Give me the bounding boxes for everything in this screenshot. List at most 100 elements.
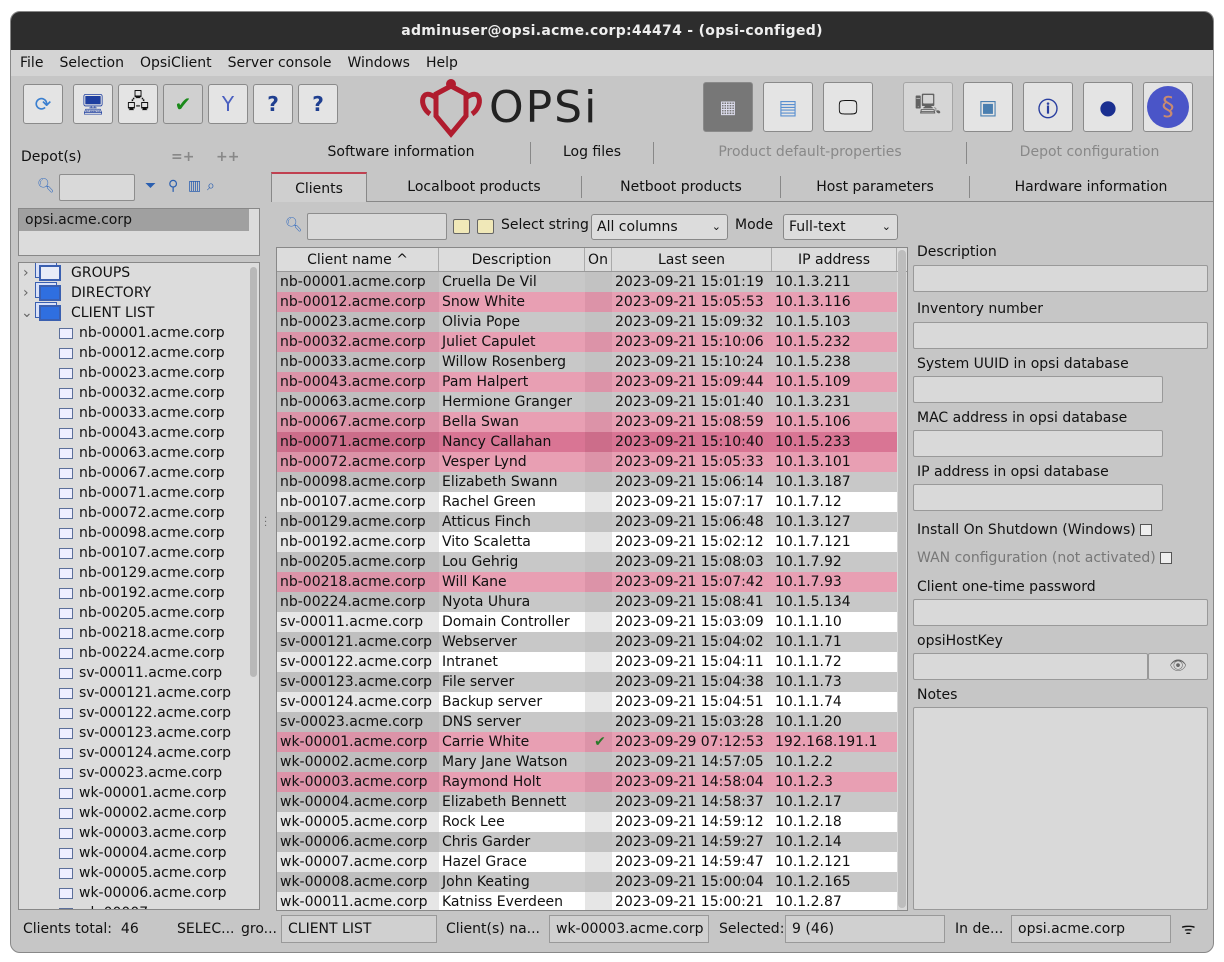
session-info-button[interactable]: ? xyxy=(298,84,338,124)
table-row[interactable]: nb-00023.acme.corp Olivia Pope 2023-09-21 … xyxy=(277,312,907,332)
tree-node-client[interactable]: sv-000123.acme.corp xyxy=(19,723,259,743)
search-tool-icon[interactable]: ⚲ xyxy=(168,178,178,194)
col-client-name[interactable]: Client name ^ xyxy=(277,248,439,271)
tree-node-client-list[interactable]: ⌄ CLIENT LIST xyxy=(19,303,259,323)
hostkey-field[interactable] xyxy=(913,653,1148,680)
tree-node-client[interactable]: nb-00012.acme.corp xyxy=(19,343,259,363)
menu-help[interactable]: Help xyxy=(426,55,458,71)
tree-node-client[interactable]: sv-00011.acme.corp xyxy=(19,663,259,683)
table-row[interactable]: wk-00002.acme.corp Mary Jane Watson 2023-0… xyxy=(277,752,907,772)
table-scrollbar[interactable] xyxy=(898,250,906,908)
table-row[interactable]: wk-00005.acme.corp Rock Lee 2023-09-21 14:… xyxy=(277,812,907,832)
tree-node-client[interactable]: sv-000124.acme.corp xyxy=(19,743,259,763)
dashboard-button[interactable]: ⓘ xyxy=(1023,82,1073,132)
tree-node-client[interactable]: nb-00001.acme.corp xyxy=(19,323,259,343)
table-row[interactable]: nb-00098.acme.corp Elizabeth Swann 2023-09… xyxy=(277,472,907,492)
columns-icon[interactable]: ▥ xyxy=(188,178,201,194)
table-row[interactable]: nb-00218.acme.corp Will Kane 2023-09-21 15… xyxy=(277,572,907,592)
tree-node-client[interactable]: nb-00032.acme.corp xyxy=(19,383,259,403)
table-row[interactable]: sv-000124.acme.corp Backup server 2023-09-… xyxy=(277,692,907,712)
select-depots-same-button[interactable]: =+ xyxy=(171,149,194,165)
table-row[interactable]: wk-00004.acme.corp Elizabeth Bennett 2023-… xyxy=(277,792,907,812)
table-row[interactable]: nb-00192.acme.corp Vito Scaletta 2023-09-2… xyxy=(277,532,907,552)
reload-button[interactable]: ⟳ xyxy=(23,84,63,124)
tree-scrollbar[interactable] xyxy=(250,267,257,677)
wan-configuration[interactable]: WAN configuration (not activated) xyxy=(917,550,1172,566)
notes-field[interactable] xyxy=(913,707,1208,910)
table-row[interactable]: nb-00224.acme.corp Nyota Uhura 2023-09-21 … xyxy=(277,592,907,612)
menu-server-console[interactable]: Server console xyxy=(228,55,332,71)
tab-netboot-products[interactable]: Netboot products xyxy=(582,172,780,202)
ip-field[interactable] xyxy=(913,484,1163,511)
table-row[interactable]: nb-00072.acme.corp Vesper Lynd 2023-09-21 … xyxy=(277,452,907,472)
table-row[interactable]: sv-000123.acme.corp File server 2023-09-21… xyxy=(277,672,907,692)
inventory-field[interactable] xyxy=(913,322,1208,349)
product-actions-button[interactable]: ▣ xyxy=(963,82,1013,132)
opsi-licenses-button[interactable]: ● xyxy=(1083,82,1133,132)
table-row[interactable]: nb-00001.acme.corp Cruella De Vil 2023-09-… xyxy=(277,272,907,292)
tree-node-client[interactable]: wk-00001.acme.corp xyxy=(19,783,259,803)
menu-windows[interactable]: Windows xyxy=(347,55,410,71)
tree-node-client[interactable]: wk-00005.acme.corp xyxy=(19,863,259,883)
mac-field[interactable] xyxy=(913,430,1163,457)
tree-node-client[interactable]: nb-00072.acme.corp xyxy=(19,503,259,523)
shutdown-checkbox[interactable] xyxy=(1139,524,1152,536)
wan-checkbox[interactable] xyxy=(1159,552,1172,564)
mode-dropdown[interactable]: Full-text ⌄ xyxy=(783,214,898,240)
tab-log-files[interactable]: Log files xyxy=(531,144,653,160)
tree-node-client[interactable]: nb-00063.acme.corp xyxy=(19,443,259,463)
split-handle[interactable]: · · · xyxy=(264,514,267,532)
filter-button[interactable]: Y xyxy=(208,84,248,124)
tree-node-client[interactable]: nb-00224.acme.corp xyxy=(19,643,259,663)
table-row[interactable]: nb-00043.acme.corp Pam Halpert 2023-09-21 … xyxy=(277,372,907,392)
table-row[interactable]: nb-00033.acme.corp Willow Rosenberg 2023-0… xyxy=(277,352,907,372)
col-on[interactable]: On xyxy=(585,248,612,271)
tab-depot-configuration[interactable]: Depot configuration xyxy=(967,144,1212,160)
tab-host-parameters[interactable]: Host parameters xyxy=(781,172,969,202)
tree-node-client[interactable]: wk-00003.acme.corp xyxy=(19,823,259,843)
tree-node-client[interactable]: wk-00004.acme.corp xyxy=(19,843,259,863)
table-row[interactable]: sv-000122.acme.corp Intranet 2023-09-21 15… xyxy=(277,652,907,672)
tree-node-client[interactable]: nb-00023.acme.corp xyxy=(19,363,259,383)
clients-view-button[interactable]: ▦ xyxy=(703,82,753,132)
group-actions-button[interactable]: 🖳 xyxy=(903,82,953,132)
table-row[interactable]: wk-00001.acme.corp Carrie White ✔ 2023-09-2… xyxy=(277,732,907,752)
menu-file[interactable]: File xyxy=(20,55,43,71)
otp-field[interactable] xyxy=(913,599,1208,626)
table-row[interactable]: nb-00032.acme.corp Juliet Capulet 2023-09-… xyxy=(277,332,907,352)
pointer-search-icon[interactable]: ⌕ xyxy=(207,178,215,194)
select-all-depots-button[interactable]: ++ xyxy=(216,149,239,165)
table-row[interactable]: nb-00071.acme.corp Nancy Callahan 2023-09-… xyxy=(277,432,907,452)
col-ip-address[interactable]: IP address xyxy=(772,248,897,271)
table-row[interactable]: nb-00107.acme.corp Rachel Green 2023-09-21… xyxy=(277,492,907,512)
table-row[interactable]: nb-00205.acme.corp Lou Gehrig 2023-09-21 1… xyxy=(277,552,907,572)
tree-node-client[interactable]: nb-00107.acme.corp xyxy=(19,543,259,563)
tree-node-client[interactable]: nb-00098.acme.corp xyxy=(19,523,259,543)
depot-search-input[interactable] xyxy=(59,174,135,201)
tree-node-client[interactable]: nb-00218.acme.corp xyxy=(19,623,259,643)
tree-node-groups[interactable]: › GROUPS xyxy=(19,263,259,283)
menu-selection[interactable]: Selection xyxy=(59,55,124,71)
tab-software-information[interactable]: Software information xyxy=(271,144,531,160)
tree-node-client[interactable]: wk-00007.acme.corp xyxy=(19,903,259,909)
depot-item[interactable]: opsi.acme.corp xyxy=(19,209,249,231)
column-select-icon[interactable] xyxy=(477,219,494,234)
table-row[interactable]: nb-00129.acme.corp Atticus Finch 2023-09-2… xyxy=(277,512,907,532)
deploy-client-button[interactable]: 🖧 xyxy=(118,84,158,124)
tree-node-client[interactable]: sv-000122.acme.corp xyxy=(19,703,259,723)
filter-icon[interactable]: ⏷ xyxy=(145,178,156,194)
col-description[interactable]: Description xyxy=(439,248,585,271)
tree-node-directory[interactable]: › DIRECTORY xyxy=(19,283,259,303)
table-row[interactable]: nb-00012.acme.corp Snow White 2023-09-21 1… xyxy=(277,292,907,312)
show-hostkey-button[interactable]: 👁︎ xyxy=(1148,653,1208,680)
description-field[interactable] xyxy=(913,265,1208,292)
table-row[interactable]: wk-00003.acme.corp Raymond Holt 2023-09-21… xyxy=(277,772,907,792)
server-view-button[interactable]: 🖵 xyxy=(823,82,873,132)
tree-node-client[interactable]: sv-00023.acme.corp xyxy=(19,763,259,783)
tree-node-client[interactable]: nb-00205.acme.corp xyxy=(19,603,259,623)
col-last-seen[interactable]: Last seen xyxy=(612,248,772,271)
tab-product-default-properties[interactable]: Product default-properties xyxy=(654,144,966,160)
tree-node-client[interactable]: nb-00033.acme.corp xyxy=(19,403,259,423)
table-row[interactable]: nb-00063.acme.corp Hermione Granger 2023-0… xyxy=(277,392,907,412)
table-row[interactable]: wk-00006.acme.corp Chris Garder 2023-09-21… xyxy=(277,832,907,852)
